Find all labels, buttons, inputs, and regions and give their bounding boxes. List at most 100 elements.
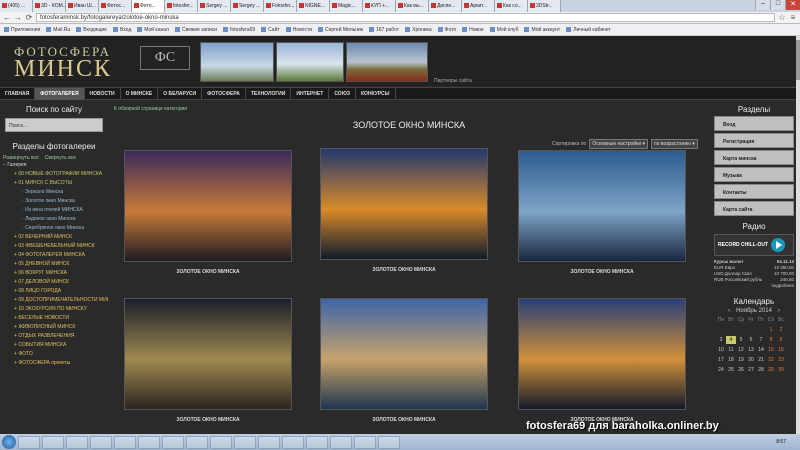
taskbar-app-icon[interactable]	[186, 435, 208, 449]
photo-caption[interactable]: ЗОЛОТОЕ ОКНО МИНСКА	[320, 417, 488, 423]
menu-item[interactable]: НОВОСТИ	[85, 88, 121, 100]
photo-card[interactable]: ЗОЛОТОЕ ОКНО МИНСКА	[320, 298, 488, 423]
taskbar-app-icon[interactable]	[162, 435, 184, 449]
browser-tab[interactable]: Sergey ...	[231, 0, 264, 12]
calendar-day[interactable]: 6	[746, 336, 756, 344]
menu-icon[interactable]: ≡	[789, 13, 797, 22]
browser-tab[interactable]: Иван Ш...	[66, 0, 99, 12]
category-item[interactable]: + 03 ФВЕШЕНЕБЕЛЬНЫЙ МИНСК	[0, 242, 108, 251]
page-scrollbar[interactable]	[796, 36, 800, 434]
category-item[interactable]: + ВЕСЕЛЫЕ НОВОСТИ	[0, 314, 108, 323]
bookmark-item[interactable]: Хроника	[405, 27, 432, 33]
category-item[interactable]: + ФОТОСФЕРА проекты	[0, 359, 108, 368]
photo-thumbnail[interactable]	[320, 148, 488, 260]
browser-tab[interactable]: fotosfer...	[165, 0, 198, 12]
calendar-day[interactable]: 10	[716, 346, 726, 354]
browser-tab[interactable]: NIGNE...	[297, 0, 330, 12]
menu-item[interactable]: ТЕХНОЛОГИИ	[246, 88, 292, 100]
bookmark-item[interactable]: Фото	[437, 27, 456, 33]
bookmark-item[interactable]: Новое	[462, 27, 484, 33]
category-item[interactable]: · Серебряное окно Минска	[0, 224, 108, 233]
calendar-day[interactable]: 17	[716, 356, 726, 364]
taskbar-app-icon[interactable]	[138, 435, 160, 449]
bookmark-item[interactable]: Свежие записи	[174, 27, 217, 33]
photo-thumbnail[interactable]	[320, 298, 488, 410]
browser-tab[interactable]: (405) ...	[0, 0, 33, 12]
radio-player[interactable]: RECORD CHILL-OUT	[714, 234, 794, 256]
browser-tab[interactable]: Фото...	[132, 0, 165, 12]
category-item[interactable]: + ОТДЫХ РАЗВЛЕЧЕНИЯ	[0, 332, 108, 341]
menu-item[interactable]: СОЮЗ	[329, 88, 356, 100]
bookmark-item[interactable]: Личный кабинет	[566, 27, 611, 33]
category-item[interactable]: + ФОТО	[0, 350, 108, 359]
photo-caption[interactable]: ЗОЛОТОЕ ОКНО МИНСКА	[320, 267, 488, 273]
taskbar-app-icon[interactable]	[234, 435, 256, 449]
back-icon[interactable]: ←	[3, 13, 11, 22]
taskbar-app-icon[interactable]	[42, 435, 64, 449]
collapse-all-link[interactable]: Свернуть все	[45, 155, 76, 161]
calendar-day[interactable]: 3	[716, 336, 726, 344]
taskbar-app-icon[interactable]	[354, 435, 376, 449]
menu-item[interactable]: О БЕЛАРУСИ	[158, 88, 203, 100]
category-item[interactable]: + 00 НОВЫЕ ФОТОГРАФИИ МИНСКА	[0, 170, 108, 179]
bookmark-item[interactable]: Вход	[112, 27, 131, 33]
browser-tab[interactable]: Как со...	[495, 0, 528, 12]
taskbar-app-icon[interactable]	[330, 435, 352, 449]
search-input[interactable]: Поиск...	[5, 118, 103, 132]
photo-thumbnail[interactable]	[124, 150, 292, 262]
browser-tab[interactable]: Диспе...	[429, 0, 462, 12]
calendar-day[interactable]: 29	[766, 366, 776, 374]
nav-button[interactable]: Контакты	[714, 184, 794, 199]
star-icon[interactable]: ☆	[778, 13, 786, 22]
category-item[interactable]: + 04 ФОТОГАЛЕРЕЯ МИНСКА	[0, 251, 108, 260]
category-item[interactable]: + 05 ДНЕВНОЙ МИНСК	[0, 260, 108, 269]
calendar-day[interactable]: 22	[766, 356, 776, 364]
calendar-day[interactable]: 24	[716, 366, 726, 374]
scrollbar-thumb[interactable]	[796, 40, 800, 80]
calendar-day[interactable]: 12	[736, 346, 746, 354]
taskbar-app-icon[interactable]	[378, 435, 400, 449]
photo-caption[interactable]: ЗОЛОТОЕ ОКНО МИНСКА	[518, 269, 686, 275]
category-item[interactable]: · Зеркало Минска	[0, 188, 108, 197]
photo-card[interactable]: ЗОЛОТОЕ ОКНО МИНСКА	[518, 150, 686, 275]
sort-order-select[interactable]: по возрастанию ▾	[651, 139, 698, 149]
category-item[interactable]: + СОБЫТИЯ МИНСКА	[0, 341, 108, 350]
browser-tab[interactable]: Magic...	[330, 0, 363, 12]
taskbar-app-icon[interactable]	[66, 435, 88, 449]
calendar-day[interactable]: 26	[736, 366, 746, 374]
bookmark-item[interactable]: fotosfera69	[223, 27, 255, 33]
browser-tab[interactable]: КУП +...	[363, 0, 396, 12]
category-item[interactable]: + 06 ВОКРУГ МИНСКА	[0, 269, 108, 278]
photo-caption[interactable]: ЗОЛОТОЕ ОКНО МИНСКА	[124, 417, 292, 423]
photo-thumbnail[interactable]	[124, 298, 292, 410]
calendar-day[interactable]: 27	[746, 366, 756, 374]
currency-more-link[interactable]: подробнее	[771, 283, 794, 289]
bookmark-item[interactable]: Приложения	[4, 27, 40, 33]
browser-tab[interactable]: Архит...	[462, 0, 495, 12]
bookmark-item[interactable]: Мой клуб	[489, 27, 518, 33]
taskbar-app-icon[interactable]	[18, 435, 40, 449]
bookmark-item[interactable]: Сергей Мельник	[318, 27, 363, 33]
calendar-day[interactable]: 28	[756, 366, 766, 374]
category-item[interactable]: + 10 ЭКСКУРСИЯ ПО МИНСКУ	[0, 305, 108, 314]
calendar-day[interactable]: 30	[776, 366, 786, 374]
calendar-day[interactable]: 4	[726, 336, 736, 344]
menu-item[interactable]: ГЛАВНАЯ	[0, 88, 36, 100]
photo-card[interactable]: ЗОЛОТОЕ ОКНО МИНСКА	[124, 150, 292, 275]
taskbar-app-icon[interactable]	[258, 435, 280, 449]
category-item[interactable]: + 09 ДОСТОПРИМЕЧАТЕЛЬНОСТИ МИНСКА	[0, 296, 108, 305]
photo-thumbnail[interactable]	[518, 150, 686, 262]
category-item[interactable]: · Из окна отелей МИНСКА	[0, 206, 108, 215]
browser-tab[interactable]: Фотос...	[99, 0, 132, 12]
calendar-day[interactable]: 2	[776, 326, 786, 334]
browser-tab[interactable]: 3D - КОМ...	[33, 0, 66, 12]
forward-icon[interactable]: →	[14, 13, 22, 22]
category-item[interactable]: − Галерея	[0, 161, 108, 170]
start-button[interactable]	[2, 435, 16, 449]
nav-button[interactable]: Музыка	[714, 167, 794, 182]
reload-icon[interactable]: ⟳	[25, 13, 33, 22]
menu-item[interactable]: ИНТЕРНЕТ	[291, 88, 330, 100]
category-item[interactable]: + 01 МИНСК С ВЫСОТЫ	[0, 179, 108, 188]
bookmark-item[interactable]: Входящие	[76, 27, 107, 33]
calendar-day[interactable]: 21	[756, 356, 766, 364]
